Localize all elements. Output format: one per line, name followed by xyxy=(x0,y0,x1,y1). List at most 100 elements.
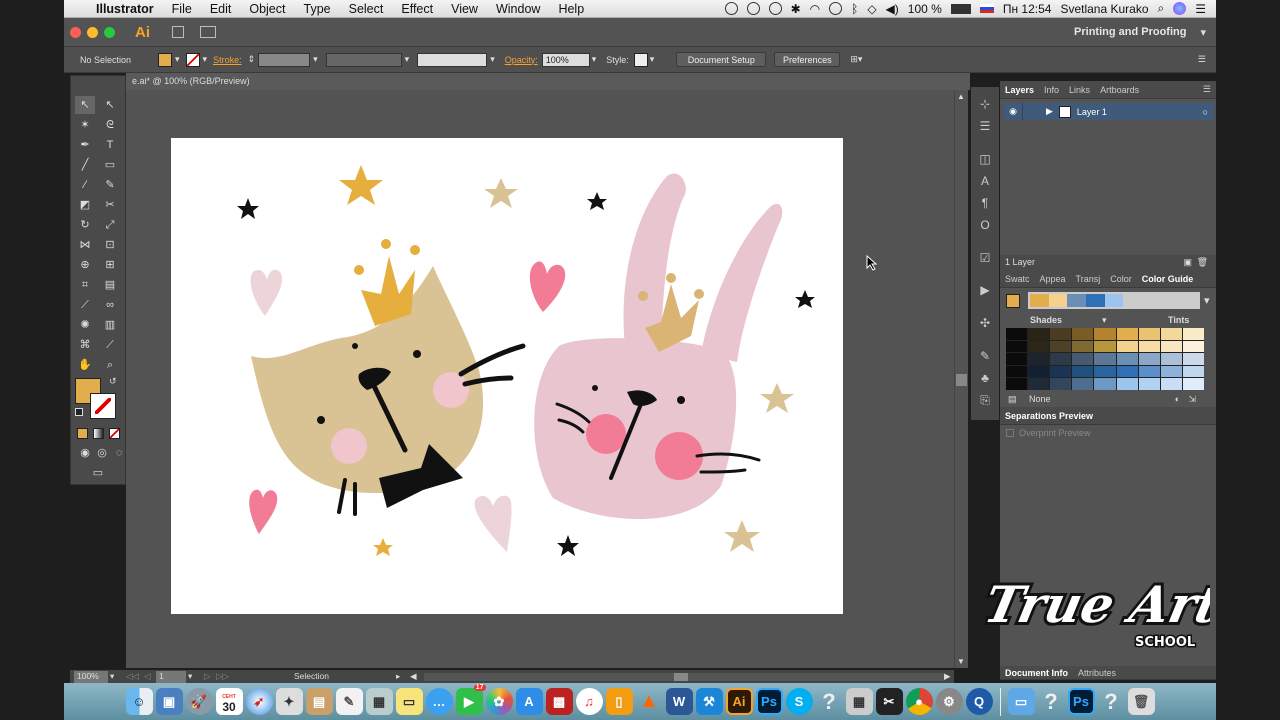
tab-color[interactable]: Color xyxy=(1105,274,1137,284)
screen-mode-icon[interactable]: ▭ xyxy=(88,464,108,482)
rotate-tool-icon[interactable]: ↻ xyxy=(75,216,95,234)
volume-icon[interactable]: ◀) xyxy=(886,2,899,16)
scroll-thumb[interactable] xyxy=(956,374,967,386)
menu-window[interactable]: Window xyxy=(487,2,549,16)
menu-type[interactable]: Type xyxy=(295,2,340,16)
stroke-color-box[interactable] xyxy=(90,393,116,419)
photoshop-dock-icon[interactable]: Ps xyxy=(755,688,783,715)
free-transform-tool-icon[interactable]: ⊡ xyxy=(100,236,120,254)
style-swatch[interactable] xyxy=(633,52,648,67)
stickies-icon[interactable]: ▭ xyxy=(395,688,423,715)
default-colors-icon[interactable] xyxy=(75,408,83,416)
mesh-tool-icon[interactable]: ⌗ xyxy=(75,276,95,294)
width-tool-icon[interactable]: ⋈ xyxy=(75,236,95,254)
actions-panel-icon[interactable]: ▶ xyxy=(978,283,992,297)
preview-photos-icon[interactable]: ▦ xyxy=(845,688,873,715)
tab-info[interactable]: Info xyxy=(1039,85,1064,95)
messages-icon[interactable]: … xyxy=(425,688,453,715)
ibooks-icon[interactable]: ▯ xyxy=(605,688,633,715)
overprint-row[interactable]: Overprint Preview xyxy=(1006,428,1091,438)
hand-tool-icon[interactable]: ✋ xyxy=(75,356,95,374)
battery-percent[interactable]: 100 % xyxy=(908,2,942,16)
direct-selection-tool-icon[interactable]: ↖ xyxy=(100,96,120,114)
record-icon[interactable] xyxy=(724,2,738,15)
arrange-documents-icon[interactable] xyxy=(200,26,216,38)
opacity-label[interactable]: Opacity: xyxy=(505,55,538,65)
lasso-tool-icon[interactable]: ᘓ xyxy=(100,116,120,134)
color-variations-grid[interactable] xyxy=(1006,328,1204,390)
opacity-field[interactable]: 100% xyxy=(541,52,590,67)
brushes-panel-icon[interactable]: ✎ xyxy=(978,349,992,363)
menu-effect[interactable]: Effect xyxy=(392,2,442,16)
scroll-up-icon[interactable]: ▲ xyxy=(957,92,965,101)
app-store-icon[interactable]: A xyxy=(515,688,543,715)
arrange-icon[interactable]: ⊞▾ xyxy=(850,54,862,65)
last-artboard-icon[interactable]: ▷▷ xyxy=(216,671,229,682)
scroll-down-icon[interactable]: ▼ xyxy=(957,657,965,666)
user-name[interactable]: Svetlana Kurako xyxy=(1060,2,1148,16)
blend-tool-icon[interactable]: ∞ xyxy=(100,296,120,314)
brush-definition-dropdown[interactable] xyxy=(417,52,488,67)
base-color-swatch[interactable] xyxy=(1006,294,1020,308)
align-panel-icon[interactable]: ☰ xyxy=(978,119,992,133)
display-icon[interactable]: ◇ xyxy=(867,2,876,16)
chevron-down-icon[interactable]: ▾ xyxy=(175,54,180,65)
illustrator-dock-icon[interactable]: Ai xyxy=(725,688,753,715)
first-artboard-icon[interactable]: ◁◁ xyxy=(126,671,139,682)
panel-menu-icon[interactable]: ☰ xyxy=(1198,84,1216,95)
horizontal-scrollbar[interactable] xyxy=(424,673,944,681)
chevron-down-icon[interactable]: ▾ xyxy=(1200,26,1206,39)
visibility-eye-icon[interactable]: ◉ xyxy=(1004,106,1022,117)
stroke-swatch[interactable] xyxy=(185,52,200,67)
status-menu-icon[interactable]: ▸ xyxy=(396,671,400,682)
paragraph-panel-icon[interactable]: ¶ xyxy=(978,196,992,210)
current-tool-status[interactable]: Selection xyxy=(294,671,329,681)
tab-separations-preview[interactable]: Separations Preview xyxy=(1000,411,1098,421)
chevron-down-icon[interactable]: ▾ xyxy=(405,54,410,65)
panel-menu-icon[interactable]: ☰ xyxy=(1198,54,1206,65)
stroke-weight-dropdown[interactable] xyxy=(258,52,311,67)
document-setup-button[interactable]: Document Setup xyxy=(676,52,767,67)
artwork[interactable] xyxy=(171,138,843,614)
close-window-button[interactable] xyxy=(70,26,81,38)
chevron-down-icon[interactable]: ▾ xyxy=(650,54,655,65)
time-machine-icon[interactable] xyxy=(829,2,843,15)
tab-document-info[interactable]: Document Info xyxy=(1000,668,1073,678)
type-tool-icon[interactable]: T xyxy=(100,136,120,154)
next-artboard-icon[interactable]: ▷ xyxy=(204,671,211,682)
save-group-icon[interactable]: ⇲ xyxy=(1188,392,1196,407)
menu-view[interactable]: View xyxy=(442,2,487,16)
tab-appearance[interactable]: Appea xyxy=(1035,274,1071,284)
chrome-icon[interactable]: ● xyxy=(905,688,933,715)
eraser-tool-icon[interactable]: ◩ xyxy=(75,196,95,214)
minimize-window-button[interactable] xyxy=(87,26,98,38)
zoom-tool-icon[interactable]: ⌕ xyxy=(100,356,120,374)
pathfinder-panel-icon[interactable]: ◫ xyxy=(978,152,992,166)
tab-layers[interactable]: Layers xyxy=(1000,85,1039,95)
word-icon[interactable]: W xyxy=(665,688,693,715)
layer-name[interactable]: Layer 1 xyxy=(1077,107,1107,117)
gradient-mode-button[interactable] xyxy=(93,428,104,439)
unknown-file-icon[interactable]: ? xyxy=(1098,688,1125,715)
new-layer-icon[interactable]: ▣ xyxy=(1183,255,1192,270)
chevron-down-icon[interactable]: ▾ xyxy=(1102,315,1107,326)
tab-swatches[interactable]: Swatc xyxy=(1000,274,1035,284)
rectangle-tool-icon[interactable]: ▭ xyxy=(100,156,120,174)
tab-transparency[interactable]: Transj xyxy=(1071,274,1106,284)
chevron-down-icon[interactable]: ▾ xyxy=(110,671,114,682)
harmony-rule-dropdown[interactable] xyxy=(1028,292,1200,309)
textedit-icon[interactable]: ✎ xyxy=(335,688,363,715)
status-icon[interactable] xyxy=(746,2,760,15)
itunes-icon[interactable]: ♫ xyxy=(575,688,603,715)
magic-wand-tool-icon[interactable]: ✶ xyxy=(75,116,95,134)
menu-edit[interactable]: Edit xyxy=(201,2,241,16)
photos-icon[interactable]: ✿ xyxy=(485,688,513,715)
swap-colors-icon[interactable]: ↺ xyxy=(109,376,117,387)
none-mode-button[interactable] xyxy=(109,428,120,439)
limit-swatch-icon[interactable]: ▤ xyxy=(1008,394,1017,404)
preview-icon[interactable]: ▣ xyxy=(155,688,183,715)
opentype-panel-icon[interactable]: O xyxy=(978,218,992,232)
notification-center-icon[interactable]: ☰ xyxy=(1195,2,1206,16)
menu-help[interactable]: Help xyxy=(549,2,593,16)
launchpad-icon[interactable]: 🚀 xyxy=(185,688,213,715)
